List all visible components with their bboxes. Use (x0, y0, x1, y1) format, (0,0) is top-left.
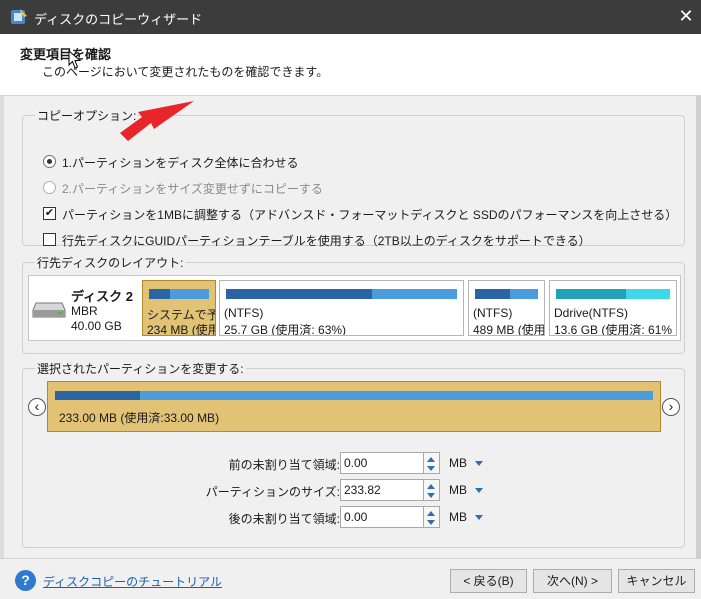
partition-size-input[interactable]: 233.82 (340, 479, 424, 501)
prev-partition-button[interactable]: ‹ (28, 398, 46, 416)
partition-used-fill (475, 289, 510, 299)
spin-up-icon[interactable] (427, 484, 435, 489)
partition-usage-bar (475, 289, 538, 299)
help-icon[interactable]: ? (15, 570, 36, 591)
disk-name: ディスク 2 (71, 289, 133, 304)
unallocated-before-input[interactable]: 0.00 (340, 452, 424, 474)
option-label: 2.パーティションをサイズ変更せずにコピーする (62, 182, 323, 196)
next-button[interactable]: 次へ(N) > (533, 569, 612, 593)
partition-used-fill (226, 289, 372, 299)
disk-type: MBR (71, 304, 98, 318)
next-partition-button[interactable]: › (662, 398, 680, 416)
partition-usage-bar (149, 289, 209, 299)
checkbox-align-1mb[interactable]: ✔ (43, 207, 56, 220)
option-label: パーティションを1MBに調整する（アドバンスド・フォーマットディスクと SSDの… (62, 208, 678, 222)
resize-used-fill (55, 391, 140, 400)
partition-size: 234 MB (使用 (147, 323, 216, 336)
option-fit-whole-disk[interactable]: 1.パーティションをディスク全体に合わせる (43, 154, 298, 171)
close-icon[interactable]: ✕ (671, 0, 701, 34)
partition-size: 13.6 GB (使用済: 61% (554, 323, 673, 336)
unit-dropdown-icon[interactable] (475, 515, 483, 520)
spin-up-icon[interactable] (427, 511, 435, 516)
field-row-unallocated-before: 前の未割り当て領域: 0.00 MB (0, 452, 701, 474)
option-label: 1.パーティションをディスク全体に合わせる (62, 156, 299, 170)
unit-label: MB (449, 483, 467, 497)
partition-resize-handle[interactable]: 233.00 MB (使用済:33.00 MB) (47, 381, 661, 432)
partition-name: (NTFS) (224, 306, 264, 320)
partition-block[interactable]: (NTFS) 489 MB (使用 (468, 280, 545, 336)
partition-usage-bar (556, 289, 670, 299)
page-title: 変更項目を確認 (20, 47, 112, 62)
disk-info[interactable]: ディスク 2 MBR 40.00 GB (29, 276, 141, 340)
partition-name: (NTFS) (473, 306, 513, 320)
unallocated-after-spinner[interactable] (424, 506, 440, 528)
radio-fit-whole-disk[interactable] (43, 155, 56, 168)
red-arrow-annotation-icon (120, 101, 194, 141)
window-title: ディスクのコピーウィザード (34, 12, 203, 27)
page-subtitle: このページにおいて変更されたものを確認できます。 (42, 65, 329, 79)
spin-up-icon[interactable] (427, 457, 435, 462)
partition-size-spinner[interactable] (424, 479, 440, 501)
back-button[interactable]: < 戻る(B) (450, 569, 527, 593)
unit-dropdown-icon[interactable] (475, 461, 483, 466)
unit-label: MB (449, 510, 467, 524)
partition-usage-bar (226, 289, 457, 299)
dest-layout-legend: 行先ディスクのレイアウト: (37, 256, 184, 270)
partition-size: 25.7 GB (使用済: 63%) (224, 323, 347, 336)
footer-divider (0, 558, 701, 559)
spin-down-icon[interactable] (427, 493, 435, 498)
hard-disk-icon (32, 302, 66, 318)
radio-copy-without-resize[interactable] (43, 181, 56, 194)
partition-used-fill (149, 289, 170, 299)
resize-legend: 選択されたパーティションを変更する: (37, 362, 244, 376)
page-header: 変更項目を確認 このページにおいて変更されたものを確認できます。 (0, 34, 701, 96)
disk-map: ディスク 2 MBR 40.00 GB システムで予約 234 MB (使用 (… (28, 275, 681, 341)
spin-down-icon[interactable] (427, 520, 435, 525)
partition-block[interactable]: Ddrive(NTFS) 13.6 GB (使用済: 61% (549, 280, 677, 336)
unallocated-after-label: 後の未割り当て領域: (228, 512, 340, 526)
partition-size: 489 MB (使用 (473, 323, 545, 336)
unallocated-before-label: 前の未割り当て領域: (228, 458, 340, 472)
option-align-1mb[interactable]: ✔ パーティションを1MBに調整する（アドバンスド・フォーマットディスクと SS… (43, 206, 677, 223)
option-copy-without-resize[interactable]: 2.パーティションをサイズ変更せずにコピーする (43, 180, 323, 197)
unit-dropdown-icon[interactable] (475, 488, 483, 493)
partition-used-fill (556, 289, 626, 299)
mouse-cursor-icon (68, 50, 82, 69)
option-label: 行先ディスクにGUIDパーティションテーブルを使用する（2TB以上のディスクをサ… (62, 234, 591, 248)
field-row-partition-size: パーティションのサイズ: 233.82 MB (0, 479, 701, 501)
disk-size: 40.00 GB (71, 319, 122, 333)
field-row-unallocated-after: 後の未割り当て領域: 0.00 MB (0, 506, 701, 528)
checkbox-use-gpt[interactable] (43, 233, 56, 246)
partition-size-label: パーティションのサイズ: (205, 485, 340, 499)
partition-block[interactable]: (NTFS) 25.7 GB (使用済: 63%) (219, 280, 464, 336)
resize-partition-label: 233.00 MB (使用済:33.00 MB) (59, 411, 220, 425)
cancel-button[interactable]: キャンセル (618, 569, 695, 593)
partition-block[interactable]: システムで予約 234 MB (使用 (142, 280, 216, 336)
partition-name: Ddrive(NTFS) (554, 306, 628, 320)
tutorial-link[interactable]: ディスクコピーのチュートリアル (43, 573, 222, 590)
window-titlebar: ディスクのコピーウィザード ✕ (0, 0, 701, 34)
unallocated-before-spinner[interactable] (424, 452, 440, 474)
option-use-gpt[interactable]: 行先ディスクにGUIDパーティションテーブルを使用する（2TB以上のディスクをサ… (43, 232, 591, 249)
resize-usage-bar (55, 391, 653, 400)
spin-down-icon[interactable] (427, 466, 435, 471)
wizard-app-icon (11, 9, 27, 24)
unit-label: MB (449, 456, 467, 470)
unallocated-after-input[interactable]: 0.00 (340, 506, 424, 528)
